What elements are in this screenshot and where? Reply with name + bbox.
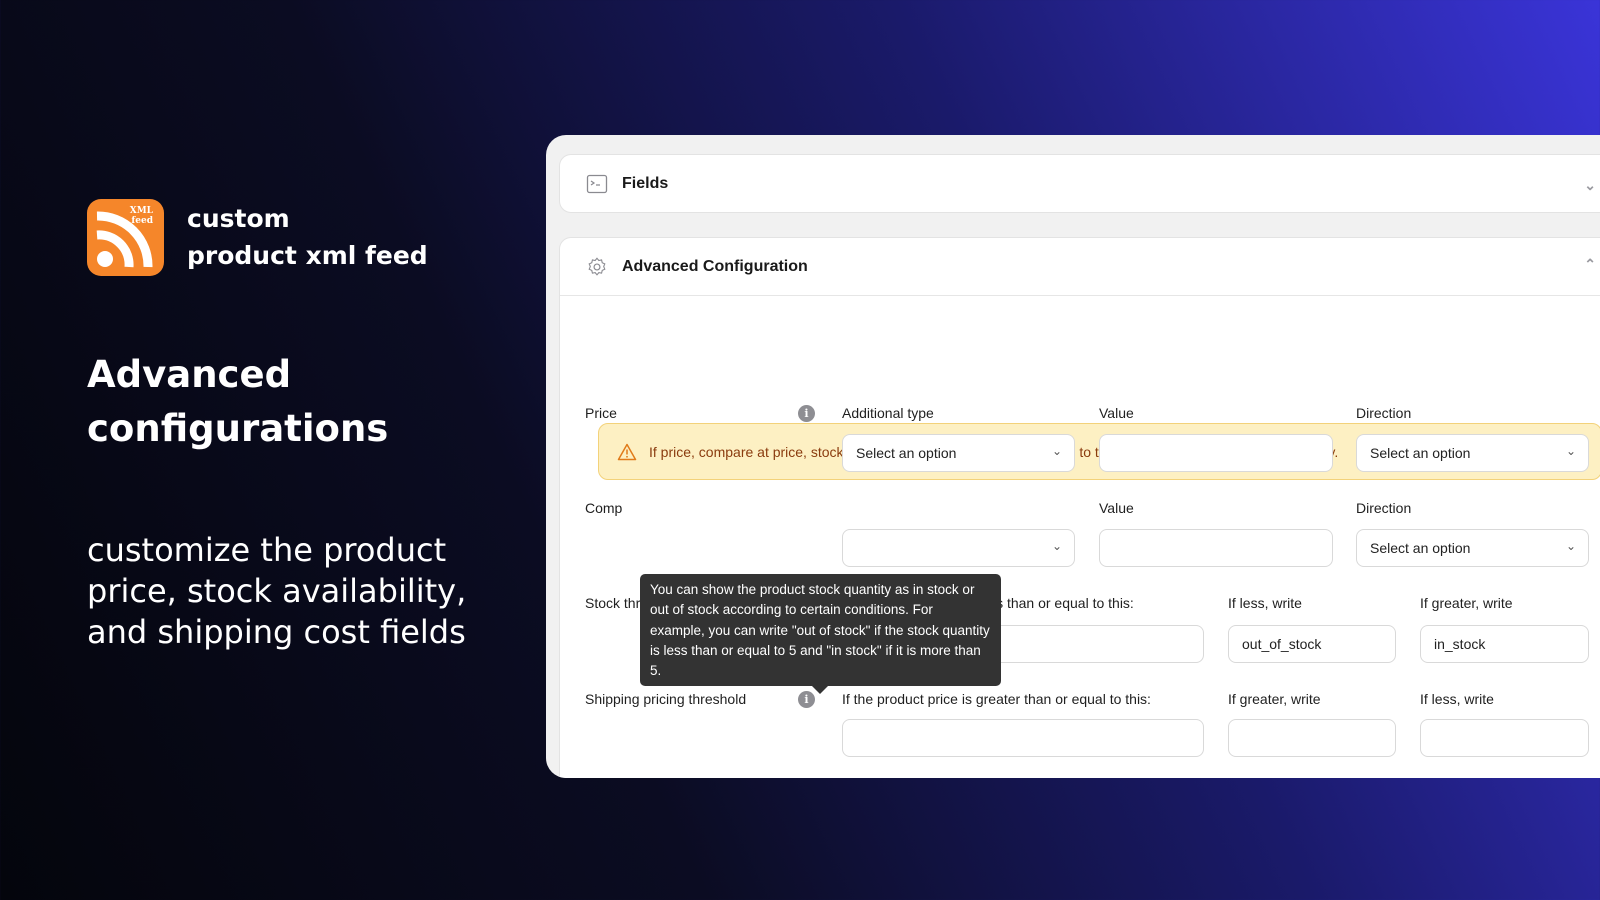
chevron-down-icon[interactable]: ⌄ xyxy=(1584,177,1596,194)
shipping-col1-label: If the product price is greater than or … xyxy=(842,691,1151,707)
shipping-less-write-input[interactable] xyxy=(1420,719,1589,757)
brand-line-2: product xml feed xyxy=(187,241,428,270)
stock-less-write-input[interactable]: out_of_stock xyxy=(1228,625,1396,663)
shipping-threshold-input[interactable] xyxy=(842,719,1204,757)
compare-value-input[interactable] xyxy=(1099,529,1333,567)
headline: Advanced configurations xyxy=(87,348,388,456)
price-col3-label: Direction xyxy=(1356,405,1412,421)
headline-line-2: configurations xyxy=(87,407,389,450)
fields-panel[interactable]: Fields ⌄ xyxy=(559,154,1600,213)
app-logo: XML feed xyxy=(87,199,164,276)
chevron-down-icon: ⌄ xyxy=(1051,539,1062,553)
advanced-config-title: Advanced Configuration xyxy=(622,257,808,275)
headline-line-1: Advanced xyxy=(87,353,292,396)
terminal-icon xyxy=(586,174,608,194)
logo-text-feed: feed xyxy=(131,216,153,226)
compare-col2-label: Value xyxy=(1099,500,1134,516)
subtitle: customize the product price, stock avail… xyxy=(87,531,467,651)
logo-text-xml: XML xyxy=(130,206,154,216)
chevron-down-icon: ⌄ xyxy=(1565,444,1576,458)
stock-threshold-tooltip: You can show the product stock quantity … xyxy=(640,574,1001,694)
fields-title: Fields xyxy=(622,175,669,192)
select-value: Select an option xyxy=(1370,445,1471,461)
select-value: Select an option xyxy=(856,445,957,461)
price-col1-label: Additional type xyxy=(842,405,934,421)
price-value-input[interactable] xyxy=(1099,434,1333,472)
price-label: Price xyxy=(585,405,617,421)
brand-name: custom product xml feed xyxy=(187,200,428,274)
info-icon[interactable]: i xyxy=(798,405,815,422)
compare-col3-label: Direction xyxy=(1356,500,1412,516)
chevron-down-icon: ⌄ xyxy=(1051,444,1062,458)
shipping-col3-label: If less, write xyxy=(1420,691,1494,707)
compare-direction-select[interactable]: Select an option ⌄ xyxy=(1356,529,1589,567)
gear-icon xyxy=(588,256,606,276)
warning-icon xyxy=(617,443,637,460)
compare-label: Comp xyxy=(585,500,623,516)
compare-type-select[interactable]: ⌄ xyxy=(842,529,1075,567)
shipping-col2-label: If greater, write xyxy=(1228,691,1321,707)
select-value: Select an option xyxy=(1370,540,1471,556)
advanced-config-panel: Advanced Configuration ⌃ If price, compa… xyxy=(559,237,1600,778)
app-window: Fields ⌄ Advanced Configuration ⌃ If pri… xyxy=(546,135,1600,778)
rss-icon: XML feed xyxy=(96,206,154,268)
chevron-down-icon: ⌄ xyxy=(1565,539,1576,553)
shipping-greater-write-input[interactable] xyxy=(1228,719,1396,757)
price-additional-type-select[interactable]: Select an option ⌄ xyxy=(842,434,1075,472)
shipping-threshold-label: Shipping pricing threshold xyxy=(585,691,747,707)
price-direction-select[interactable]: Select an option ⌄ xyxy=(1356,434,1589,472)
stock-col3-label: If greater, write xyxy=(1420,595,1513,611)
price-col2-label: Value xyxy=(1099,405,1134,421)
stock-greater-write-input[interactable]: in_stock xyxy=(1420,625,1589,663)
brand-line-1: custom xyxy=(187,204,290,233)
chevron-up-icon[interactable]: ⌃ xyxy=(1584,256,1596,273)
stock-col2-label: If less, write xyxy=(1228,595,1302,611)
